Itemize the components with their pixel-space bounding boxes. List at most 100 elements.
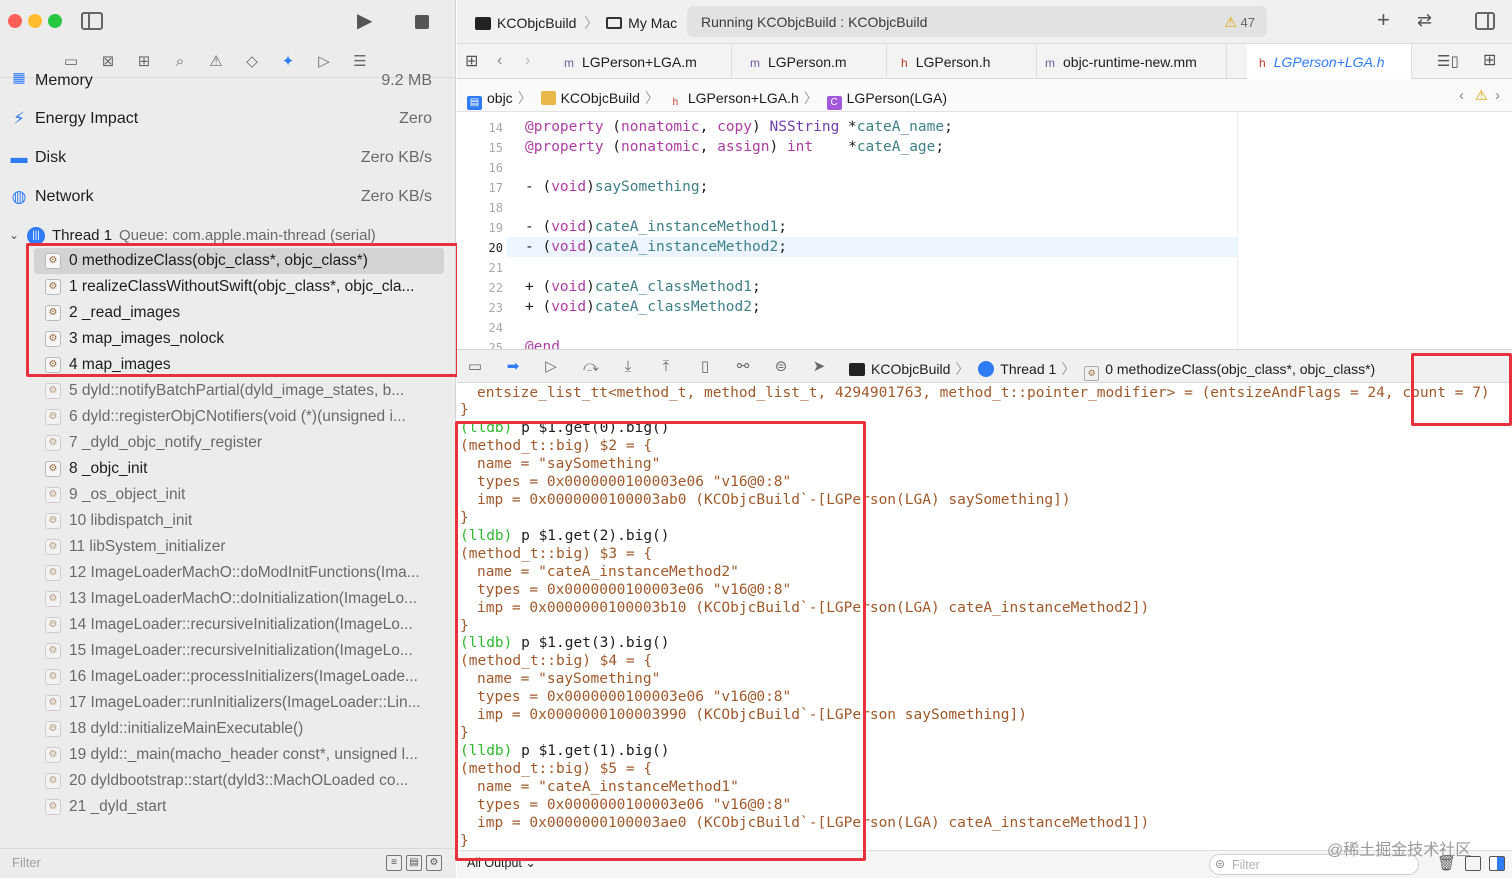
- inspector-toggle-icon[interactable]: [1475, 12, 1495, 30]
- frame-label: 7 _dyld_objc_notify_register: [69, 434, 263, 451]
- code-token: ,: [699, 139, 718, 155]
- window-toolbar: KCObjcBuild 〉 My Mac Running KCObjcBuild…: [457, 0, 1512, 44]
- debug-breadcrumb: KCObjcBuild 〉 Thread 1 〉 ⚙ 0 methodizeClass…: [849, 359, 1375, 381]
- stack-frame[interactable]: ⚙ 17 ImageLoader::runInitializers(ImageLo…: [0, 690, 456, 716]
- environment-overrides-icon[interactable]: ⊜: [771, 358, 791, 376]
- code-token: void: [551, 219, 587, 235]
- stack-frame[interactable]: ⚙ 12 ImageLoaderMachO::doModInitFunctions…: [0, 560, 456, 586]
- chevron-right-icon: 〉: [803, 90, 818, 106]
- stack-frame[interactable]: ⚙ 7 _dyld_objc_notify_register: [0, 430, 456, 456]
- breadcrumb-item[interactable]: KCObjcBuild: [871, 361, 950, 377]
- editor-options-icon[interactable]: ☰▯: [1437, 53, 1459, 71]
- add-plus-icon[interactable]: +: [1377, 9, 1390, 31]
- view-hierarchy-icon[interactable]: ▯: [695, 358, 715, 376]
- breadcrumb-item[interactable]: LGPerson+LGA.h: [688, 90, 799, 106]
- gauge-memory[interactable]: ▦ Memory 9.2 MB: [0, 66, 456, 96]
- add-editor-icon[interactable]: ⊞: [1483, 52, 1496, 70]
- stop-icon[interactable]: [415, 15, 429, 29]
- split-left-icon[interactable]: [1465, 856, 1481, 871]
- forward-chevron-icon[interactable]: ›: [525, 52, 530, 70]
- gauge-disk[interactable]: ▬ Disk Zero KB/s: [0, 139, 456, 178]
- continue-icon[interactable]: ▷: [541, 358, 561, 376]
- frame-gear-icon: ⚙: [45, 461, 61, 477]
- chevron-right-icon: 〉: [584, 15, 599, 31]
- code-token: ;: [935, 139, 945, 155]
- gauge-network[interactable]: ◍ Network Zero KB/s: [0, 178, 456, 217]
- stack-frame[interactable]: ⚙ 10 libdispatch_init: [0, 508, 456, 534]
- frame-label: 10 libdispatch_init: [69, 512, 193, 529]
- stack-frame[interactable]: ⚙ 16 ImageLoader::processInitializers(Ima…: [0, 664, 456, 690]
- frame-gear-icon: ⚙: [45, 643, 61, 659]
- code-review-icon[interactable]: ⇄: [1417, 11, 1432, 29]
- stack-frame[interactable]: ⚙ 9 _os_object_init: [0, 482, 456, 508]
- tab-label: LGPerson+LGA.h: [1273, 54, 1385, 70]
- code-token: saySomething: [594, 179, 700, 195]
- breadcrumb-item[interactable]: LGPerson(LGA): [847, 90, 947, 106]
- sidebar-toggle-icon[interactable]: [81, 12, 103, 30]
- tab-lgperson-lga-h[interactable]: h LGPerson+LGA.h: [1247, 44, 1412, 79]
- stack-frame[interactable]: ⚙ 6 dyld::registerObjCNotifiers(void (*)(…: [0, 404, 456, 430]
- stack-frame[interactable]: ⚙ 15 ImageLoader::recursiveInitialization…: [0, 638, 456, 664]
- breadcrumb-item[interactable]: Thread 1: [1000, 361, 1056, 377]
- stack-frame[interactable]: ⚙ 20 dyldbootstrap::start(dyld3::MachOLoa…: [0, 768, 456, 794]
- close-window-button[interactable]: [8, 14, 22, 28]
- tab-objc-runtime-new[interactable]: m objc-runtime-new.mm: [1037, 44, 1227, 79]
- warning-badge[interactable]: ⚠ 47: [1224, 14, 1255, 31]
- warning-count: 47: [1240, 15, 1255, 30]
- memory-graph-icon[interactable]: ⚯: [733, 358, 753, 376]
- navigator-filter-input[interactable]: Filter: [12, 855, 41, 870]
- breadcrumb-item[interactable]: objc: [487, 90, 513, 106]
- breadcrumb: ▤ objc 〉 KCObjcBuild 〉 h LGPerson+LGA.h 〉 C LG…: [467, 88, 947, 110]
- filter-option-icon[interactable]: ⚙: [426, 855, 442, 871]
- annotation-box: [1411, 353, 1512, 426]
- breakpoints-toggle-icon[interactable]: ➡: [503, 358, 523, 376]
- step-into-icon[interactable]: ⤓: [618, 358, 638, 376]
- trash-icon[interactable]: 🗑: [1437, 855, 1456, 873]
- frame-gear-icon: ⚙: [45, 669, 61, 685]
- run-play-icon[interactable]: ▶: [357, 11, 372, 31]
- minimize-window-button[interactable]: [28, 14, 42, 28]
- tab-lgperson-h[interactable]: h LGPerson.h: [887, 44, 1037, 79]
- gauge-name: Memory: [35, 72, 93, 89]
- gauge-value: 9.2 MB: [381, 72, 432, 89]
- step-over-icon[interactable]: ⤼: [581, 358, 601, 376]
- gauge-value: Zero KB/s: [360, 149, 432, 166]
- breadcrumb-item[interactable]: 0 methodizeClass(objc_class*, objc_class…: [1105, 361, 1375, 377]
- zoom-window-button[interactable]: [48, 14, 62, 28]
- source-editor[interactable]: 14 15 16 17 18 19 20 21 22 23 24 25 @pro…: [457, 112, 1512, 349]
- warning-icon[interactable]: ⚠: [1475, 87, 1488, 104]
- stack-frame[interactable]: ⚙ 21 _dyld_start: [0, 794, 456, 820]
- breadcrumb-item[interactable]: KCObjcBuild: [561, 90, 640, 106]
- stack-frame[interactable]: ⚙ 14 ImageLoader::recursiveInitialization…: [0, 612, 456, 638]
- scheme-name: KCObjcBuild: [497, 15, 577, 31]
- project-icon: ▤: [467, 96, 482, 110]
- stack-frame[interactable]: ⚙ 5 dyld::notifyBatchPartial(dyld_image_s…: [0, 378, 456, 404]
- frame-gear-icon: ⚙: [45, 539, 61, 555]
- step-out-icon[interactable]: ⤒: [656, 358, 676, 376]
- back-chevron-icon[interactable]: ‹: [1459, 87, 1464, 105]
- code-token: *: [813, 139, 857, 155]
- memory-icon: ▦: [12, 69, 26, 85]
- disclosure-chevron-icon[interactable]: ⌄: [9, 228, 19, 242]
- back-chevron-icon[interactable]: ‹: [497, 52, 502, 70]
- tab-lgperson-lga-m[interactable]: m LGPerson+LGA.m: [552, 44, 732, 79]
- scheme-selector[interactable]: KCObjcBuild 〉 My Mac: [475, 13, 677, 33]
- code-token: ;: [944, 119, 953, 135]
- frame-label: 20 dyldbootstrap::start(dyld3::MachOLoad…: [69, 772, 409, 789]
- gauge-energy[interactable]: ⚡ Energy Impact Zero: [0, 100, 456, 139]
- stack-frame[interactable]: ⚙ 13 ImageLoaderMachO::doInitialization(I…: [0, 586, 456, 612]
- split-right-icon[interactable]: [1489, 856, 1505, 871]
- filter-option-icon[interactable]: ▤: [406, 855, 422, 871]
- simulate-location-icon[interactable]: ➤: [809, 358, 829, 376]
- hide-debug-area-icon[interactable]: ▭: [465, 358, 485, 376]
- filter-option-icon[interactable]: ≡: [386, 855, 402, 871]
- grid-icon[interactable]: ⊞: [465, 53, 478, 71]
- stack-frame[interactable]: ⚙ 8 _objc_init: [0, 456, 456, 482]
- tab-lgperson-m[interactable]: m LGPerson.m: [732, 44, 887, 79]
- forward-chevron-icon[interactable]: ›: [1495, 87, 1500, 105]
- code-token: ): [586, 219, 595, 235]
- stack-frame[interactable]: ⚙ 11 libSystem_initializer: [0, 534, 456, 560]
- code-token: - (: [525, 239, 552, 255]
- stack-frame[interactable]: ⚙ 18 dyld::initializeMainExecutable(): [0, 716, 456, 742]
- stack-frame[interactable]: ⚙ 19 dyld::_main(macho_header const*, uns…: [0, 742, 456, 768]
